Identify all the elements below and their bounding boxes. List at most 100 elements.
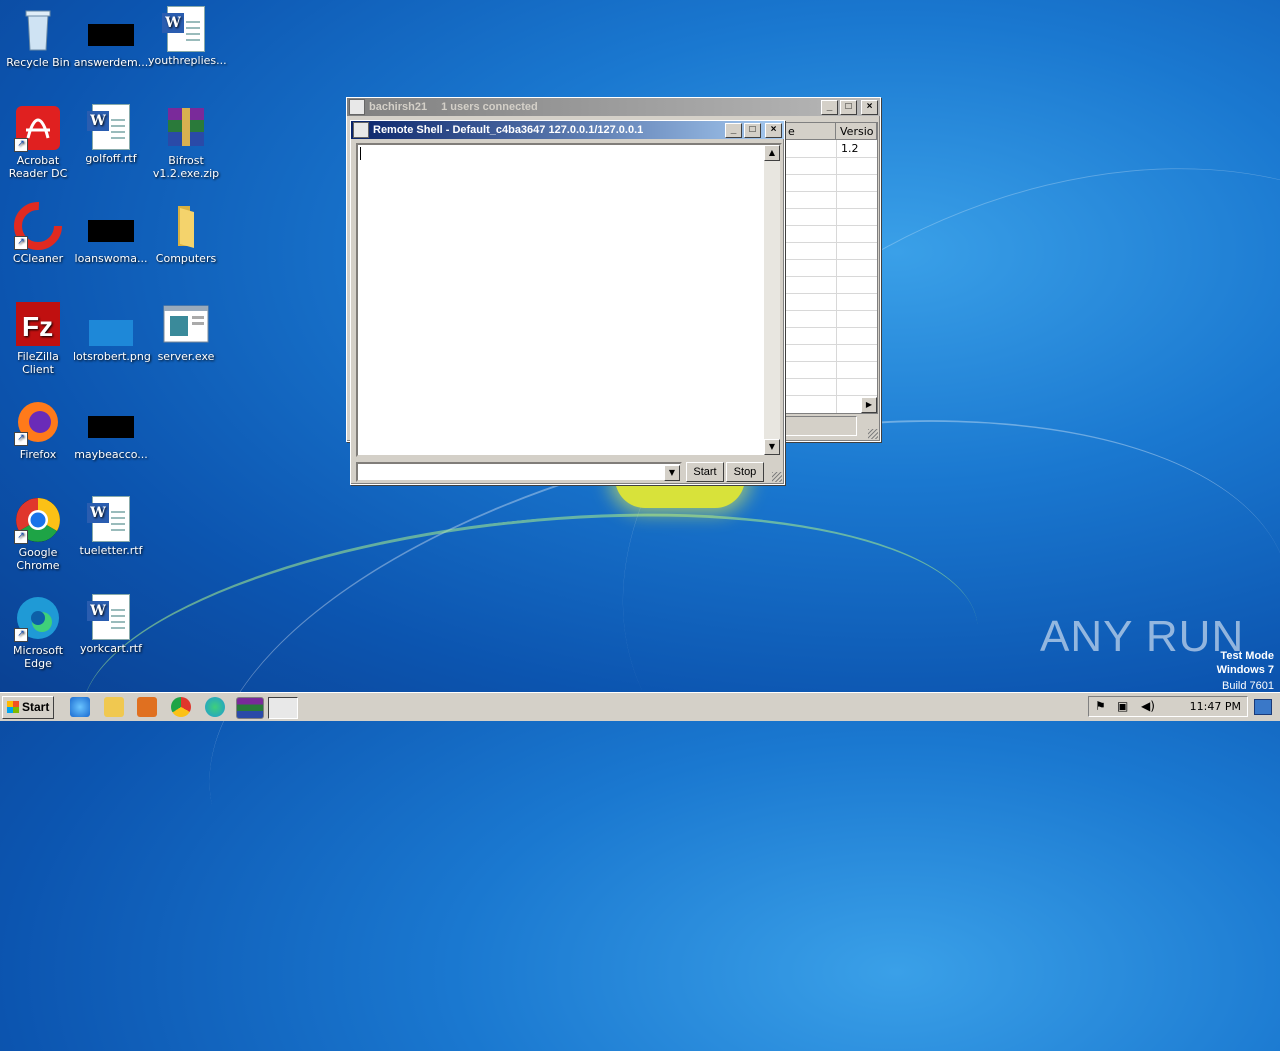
desktop-icon-computers-folder[interactable]: Computers [148,202,224,265]
volume-icon[interactable]: ◀) [1141,699,1155,713]
table-row [784,191,877,209]
app-icon [353,122,369,138]
command-combobox[interactable]: ▼ [356,462,682,482]
show-desktop-icon[interactable] [1254,699,1272,715]
ccleaner-icon: ↗ [14,202,62,250]
desktop-icon-acrobat[interactable]: ↗ Acrobat Reader DC [0,104,76,180]
table-row [784,293,877,311]
table-row [784,344,877,362]
table-row [784,157,877,175]
desktop-icon-answerdem[interactable]: answerdem... [73,6,149,69]
svg-text:Fz: Fz [22,311,53,342]
file-explorer-icon[interactable] [104,697,124,717]
clock[interactable]: 11:47 PM [1190,700,1241,713]
file-thumbnail [88,220,134,242]
scroll-right-button[interactable]: ▶ [861,397,877,413]
desktop-icon-bifrost-zip[interactable]: Bifrost v1.2.exe.zip [148,104,224,180]
test-mode-label: Test Mode [1220,650,1274,662]
winrar-taskbar-icon[interactable] [236,697,264,719]
table-row [784,242,877,260]
minimize-button[interactable]: _ [821,99,838,115]
word-doc-icon: W [87,594,130,640]
table-row [784,225,877,243]
bifrost-titlebar[interactable]: bachirsh21 1 users connected _ □ × [347,98,880,116]
media-player-icon[interactable] [137,697,157,717]
scroll-up-button[interactable]: ▲ [764,145,780,161]
scroll-down-button[interactable]: ▼ [764,439,780,455]
shell-output-area[interactable]: ▲ ▼ [356,143,782,457]
maximize-button[interactable]: □ [744,122,761,138]
word-doc-icon: W [162,6,205,52]
wallpaper-swoosh [66,473,994,870]
os-version-label: Windows 7 [1216,664,1274,676]
folder-icon [162,202,210,250]
chrome-icon: ↗ [14,496,62,544]
chrome-taskbar-icon[interactable] [171,697,191,717]
desktop-icon-filezilla[interactable]: Fz FileZilla Client [0,300,76,376]
system-tray: ⚑ ▣ ◀) 11:47 PM [1088,696,1248,717]
desktop-icon-maybeacco[interactable]: maybeacco... [73,398,149,461]
desktop-icon-firefox[interactable]: ↗ Firefox [0,398,76,461]
edge-icon: ↗ [14,594,62,642]
taskbar: Start ⚑ ▣ ◀) 11:47 PM [0,692,1280,721]
column-header[interactable]: Versio [836,123,877,140]
flag-notification-icon[interactable]: ⚑ [1095,699,1106,713]
close-button[interactable]: × [765,122,782,138]
file-thumbnail [88,416,134,438]
dropdown-arrow-icon[interactable]: ▼ [664,465,680,481]
desktop-icon-loanswoma[interactable]: loanswoma... [73,202,149,265]
status-panel [783,416,857,436]
desktop-icon-golfoff[interactable]: W golfoff.rtf [73,104,149,165]
edge-taskbar-icon[interactable] [205,697,225,717]
file-thumbnail [88,24,134,46]
table-row[interactable]: 1.2 [784,140,877,158]
windows-logo-icon [7,701,19,713]
build-label: Build 7601 [1222,680,1274,692]
table-row [784,208,877,226]
text-cursor [360,147,361,160]
desktop-icon-youthreplies[interactable]: W youthreplies... [148,6,227,67]
desktop-icon-edge[interactable]: ↗ Microsoft Edge [0,594,76,670]
desktop-icon-ccleaner[interactable]: ↗ CCleaner [0,202,76,265]
desktop-icon-chrome[interactable]: ↗ Google Chrome [0,496,76,572]
firefox-icon: ↗ [14,398,62,446]
desktop-icon-tueletter[interactable]: W tueletter.rtf [73,496,149,557]
exe-window-icon [162,300,210,348]
remote-shell-window[interactable]: Remote Shell - Default_c4ba3647 127.0.0.… [350,120,785,485]
recycle-bin-icon [14,6,62,54]
start-button[interactable]: Start [686,462,724,482]
stop-button[interactable]: Stop [726,462,764,482]
start-menu-button[interactable]: Start [2,696,54,719]
resize-grip-icon[interactable] [868,429,878,439]
desktop-icon-yorkcart[interactable]: W yorkcart.rtf [73,594,149,655]
connections-table[interactable]: e Versio 1.2 ▶ [783,122,878,414]
desktop-icon-recycle-bin[interactable]: Recycle Bin [0,6,76,69]
table-row [784,378,877,396]
desktop-icon-lotsrobert[interactable]: lotsrobert.png [73,300,151,363]
winrar-archive-icon [162,104,210,152]
table-row [784,310,877,328]
table-row [784,174,877,192]
app-icon [349,99,365,115]
vertical-scrollbar[interactable]: ▲ ▼ [764,145,780,455]
network-icon[interactable]: ▣ [1117,699,1128,713]
close-button[interactable]: × [861,99,878,115]
desktop-icon-server-exe[interactable]: server.exe [148,300,224,363]
word-doc-icon: W [87,104,130,150]
minimize-button[interactable]: _ [725,122,742,138]
word-doc-icon: W [87,496,130,542]
acrobat-icon: ↗ [14,104,62,152]
maximize-button[interactable]: □ [840,99,857,115]
table-row [784,276,877,294]
anyrun-logo: ANY RUN [1040,612,1245,661]
table-row [784,361,877,379]
remote-shell-titlebar[interactable]: Remote Shell - Default_c4ba3647 127.0.0.… [351,121,784,139]
image-file-icon [87,300,135,348]
filezilla-icon: Fz [14,300,62,348]
internet-explorer-icon[interactable] [70,697,90,717]
column-header[interactable]: e [784,123,836,140]
table-row [784,259,877,277]
table-row [784,327,877,345]
bifrost-taskbar-button[interactable] [268,697,298,719]
resize-grip-icon[interactable] [772,472,782,482]
